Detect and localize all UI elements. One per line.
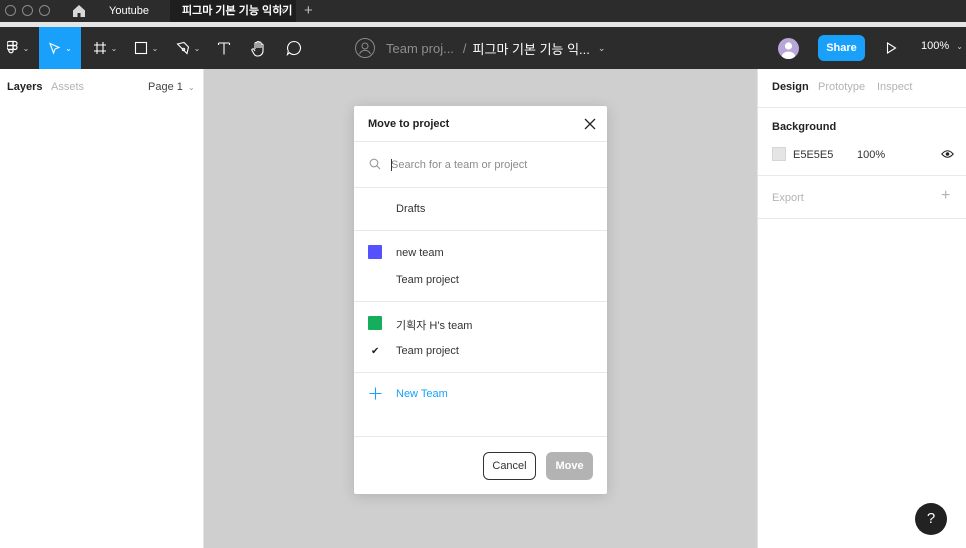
file-name[interactable]: 피그마 기본 기능 익... <box>473 39 590 58</box>
tab-figma-basics[interactable]: 피그마 기본 기능 익히기 <box>170 0 296 22</box>
comment-tool-button[interactable] <box>282 27 306 69</box>
comment-tool-icon <box>286 40 302 56</box>
search-input[interactable] <box>391 156 596 174</box>
page-selector[interactable]: Page 1 ⌄ <box>148 81 195 93</box>
tab-prototype[interactable]: Prototype <box>818 81 865 93</box>
tab-label: Youtube <box>109 5 149 17</box>
zoom-menu[interactable]: 100% ⌄ <box>921 40 963 52</box>
window-maximize-icon[interactable] <box>39 5 50 16</box>
frame-tool-button[interactable]: ⌄ <box>88 27 122 69</box>
tab-inspect[interactable]: Inspect <box>877 81 912 93</box>
check-icon: ✔ <box>371 346 380 357</box>
play-icon[interactable] <box>886 42 897 54</box>
team-icon <box>355 38 375 58</box>
cancel-button[interactable]: Cancel <box>483 452 536 480</box>
avatar[interactable] <box>778 38 799 59</box>
shape-tool-icon <box>134 41 147 55</box>
list-item-project[interactable]: Team project <box>396 274 459 286</box>
figma-menu-icon <box>6 40 18 54</box>
window-close-icon[interactable] <box>5 5 16 16</box>
path-separator: / <box>462 40 467 56</box>
frame-tool-icon <box>93 42 106 54</box>
left-panel: Layers Assets Page 1 ⌄ <box>0 69 204 548</box>
export-heading: Export <box>772 192 804 204</box>
plus-icon[interactable] <box>369 387 382 400</box>
main-menu-button[interactable]: ⌄ <box>0 27 36 69</box>
tab-assets[interactable]: Assets <box>51 81 84 93</box>
list-item-project-selected[interactable]: Team project <box>396 345 459 357</box>
tab-label: 피그마 기본 기능 익히기 <box>182 5 293 17</box>
project-name[interactable]: Team proj... <box>386 41 454 56</box>
toolbar: ⌄ ⌄ ⌄ ⌄ ⌄ Team proj... / 피그마 기본 기능 익... … <box>0 27 966 69</box>
tab-close-icon[interactable]: × <box>280 0 286 22</box>
text-tool-icon <box>217 41 231 54</box>
team-name: 기획자 H's team <box>396 320 473 332</box>
help-icon: ? <box>926 510 936 527</box>
export-add-icon[interactable]: + <box>941 187 950 205</box>
move-to-project-dialog: Move to project Drafts new team Team pro… <box>354 106 607 494</box>
background-swatch[interactable] <box>772 147 786 161</box>
text-tool-button[interactable] <box>212 27 236 69</box>
right-panel: Design Prototype Inspect Background E5E5… <box>757 69 966 548</box>
tab-layers[interactable]: Layers <box>7 81 42 93</box>
hand-tool-button[interactable] <box>247 27 271 69</box>
home-icon[interactable] <box>72 4 86 18</box>
new-team-link[interactable]: New Team <box>396 388 448 400</box>
team-color-swatch <box>368 316 382 330</box>
text-cursor <box>391 159 392 171</box>
help-button[interactable]: ? <box>915 503 947 535</box>
tab-youtube[interactable]: Youtube <box>96 0 160 22</box>
share-button[interactable]: Share <box>818 35 865 61</box>
list-item-drafts[interactable]: Drafts <box>396 203 425 215</box>
close-icon[interactable] <box>583 117 597 131</box>
move-tool-button[interactable]: ⌄ <box>39 27 81 69</box>
background-hex[interactable]: E5E5E5 <box>793 149 833 161</box>
page-label: Page 1 <box>148 81 183 93</box>
tab-design[interactable]: Design <box>772 81 809 93</box>
window-minimize-icon[interactable] <box>22 5 33 16</box>
move-tool-icon <box>49 41 61 55</box>
team-name: new team <box>396 247 444 259</box>
move-button[interactable]: Move <box>546 452 593 480</box>
zoom-level: 100% <box>921 40 950 52</box>
dialog-title: Move to project <box>368 118 450 130</box>
team-color-swatch <box>368 245 382 259</box>
tab-bar: Youtube 피그마 기본 기능 익히기 × + <box>0 0 966 22</box>
pen-tool-icon <box>176 41 189 55</box>
hand-tool-icon <box>251 40 264 57</box>
eye-icon[interactable] <box>941 149 954 159</box>
file-title[interactable]: Team proj... / 피그마 기본 기능 익... ⌄ <box>354 37 605 59</box>
shape-tool-button[interactable]: ⌄ <box>129 27 163 69</box>
new-tab-icon[interactable]: + <box>304 0 313 22</box>
background-opacity[interactable]: 100% <box>857 149 885 161</box>
search-icon <box>369 158 381 170</box>
pen-tool-button[interactable]: ⌄ <box>171 27 205 69</box>
background-heading: Background <box>772 121 837 133</box>
